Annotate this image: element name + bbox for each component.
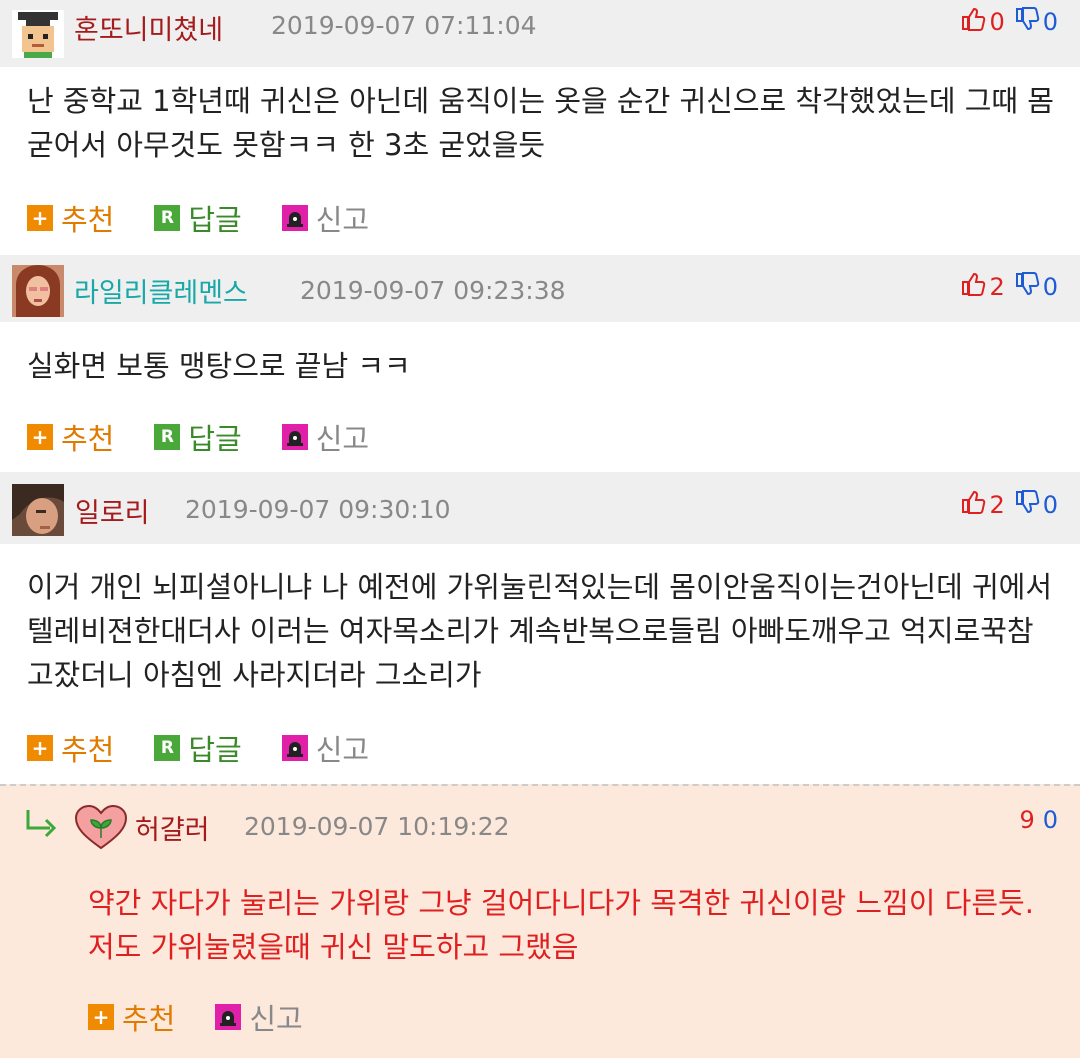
report-button[interactable]: 신고 (215, 996, 303, 1038)
report-button[interactable]: 신고 (281, 416, 370, 458)
thumbs-down-icon[interactable] (1014, 271, 1040, 303)
recommend-button[interactable]: + 추천 (27, 416, 114, 458)
timestamp: 2019-09-07 09:30:10 (185, 495, 451, 524)
up-count: 2 (989, 491, 1005, 519)
comment-3: 일로리 2019-09-07 09:30:10 2 0 이거 개인 뇌피셜아니냐… (0, 472, 1080, 784)
report-button[interactable]: 신고 (281, 727, 370, 769)
plus-icon: + (27, 424, 53, 450)
reply-r-icon: R (154, 735, 181, 761)
reply-actions: + 추천 신고 (88, 996, 343, 1038)
comment-text: 난 중학교 1학년때 귀신은 아닌데 움직이는 옷을 순간 귀신으로 착각했었는… (27, 84, 1054, 162)
comment-header: 혼또니미쳤네 2019-09-07 07:11:04 0 0 (0, 0, 1080, 67)
reply-button[interactable]: R 답글 (154, 197, 242, 239)
thumbs-down-icon[interactable] (1014, 6, 1040, 38)
siren-icon (215, 1004, 242, 1030)
heart-leaf-icon[interactable] (74, 804, 128, 854)
reply-label: 답글 (188, 203, 242, 237)
thumbs-up-icon[interactable] (960, 271, 986, 303)
comment-actions: + 추천 R 답글 신고 (27, 197, 409, 239)
down-count: 0 (1042, 8, 1058, 36)
report-label: 신고 (315, 733, 370, 767)
nickname[interactable]: 혼또니미쳤네 (74, 8, 223, 47)
thumbs-up-icon[interactable] (960, 489, 986, 521)
reply-text: 약간 자다가 눌리는 가위랑 그냥 걸어다니다가 목격한 귀신이랑 느낌이 다른… (88, 886, 1034, 964)
vote-counts: 2 0 (960, 489, 1058, 521)
nickname[interactable]: 일로리 (75, 491, 150, 530)
report-button[interactable]: 신고 (281, 197, 370, 239)
plus-icon: + (27, 205, 53, 231)
recommend-button[interactable]: + 추천 (27, 197, 114, 239)
avatar[interactable] (12, 265, 64, 317)
plus-icon: + (88, 1004, 114, 1030)
siren-icon (281, 735, 308, 761)
timestamp: 2019-09-07 10:19:22 (244, 812, 510, 841)
report-label: 신고 (315, 203, 370, 237)
avatar[interactable] (12, 10, 64, 58)
reply-label: 답글 (188, 422, 242, 456)
vote-counts: 0 0 (960, 6, 1058, 38)
up-count: 9 (1019, 806, 1035, 834)
reply-r-icon: R (154, 424, 181, 450)
reply-button[interactable]: R 답글 (154, 727, 242, 769)
siren-icon (281, 424, 308, 450)
report-label: 신고 (249, 1002, 303, 1036)
recommend-label: 추천 (61, 422, 115, 456)
avatar[interactable] (12, 484, 64, 536)
report-label: 신고 (315, 422, 370, 456)
thumbs-up-icon[interactable] (960, 6, 986, 38)
timestamp: 2019-09-07 09:23:38 (300, 276, 566, 305)
nickname[interactable]: 허걀러 (135, 808, 210, 847)
comment-actions: + 추천 R 답글 신고 (27, 727, 409, 769)
comment-actions: + 추천 R 답글 신고 (27, 416, 409, 458)
vote-counts: 9 0 (1019, 806, 1058, 834)
recommend-label: 추천 (61, 733, 115, 767)
vote-counts: 2 0 (960, 271, 1058, 303)
reply-button[interactable]: R 답글 (154, 416, 242, 458)
comment-text: 이거 개인 뇌피셜아니냐 나 예전에 가위눌린적있는데 몸이안움직이는건아닌데 … (27, 570, 1053, 692)
nickname[interactable]: 라일리클레멘스 (74, 271, 248, 310)
siren-icon (281, 205, 308, 231)
comment-header: 일로리 2019-09-07 09:30:10 2 0 (0, 472, 1080, 544)
comment-header: 라일리클레멘스 2019-09-07 09:23:38 2 0 (0, 255, 1080, 322)
reply-comment: 허걀러 2019-09-07 10:19:22 9 0 약간 자다가 눌리는 가… (0, 784, 1080, 1058)
up-count: 2 (989, 273, 1005, 301)
recommend-label: 추천 (61, 203, 115, 237)
down-count: 0 (1042, 806, 1058, 834)
recommend-button[interactable]: + 추천 (27, 727, 114, 769)
comment-2: 라일리클레멘스 2019-09-07 09:23:38 2 0 실화면 보통 맹… (0, 255, 1080, 471)
down-count: 0 (1042, 273, 1058, 301)
timestamp: 2019-09-07 07:11:04 (271, 11, 537, 40)
thumbs-down-icon[interactable] (1014, 489, 1040, 521)
recommend-button[interactable]: + 추천 (88, 996, 175, 1038)
down-count: 0 (1042, 491, 1058, 519)
up-count: 0 (989, 8, 1005, 36)
comment-text: 실화면 보통 맹탕으로 끝남 ㅋㅋ (27, 349, 411, 383)
reply-label: 답글 (188, 733, 242, 767)
recommend-label: 추천 (122, 1002, 176, 1036)
plus-icon: + (27, 735, 53, 761)
comment-1: 혼또니미쳤네 2019-09-07 07:11:04 0 0 난 중학교 1학년… (0, 0, 1080, 255)
reply-r-icon: R (154, 205, 181, 231)
reply-arrow-icon (24, 808, 60, 842)
